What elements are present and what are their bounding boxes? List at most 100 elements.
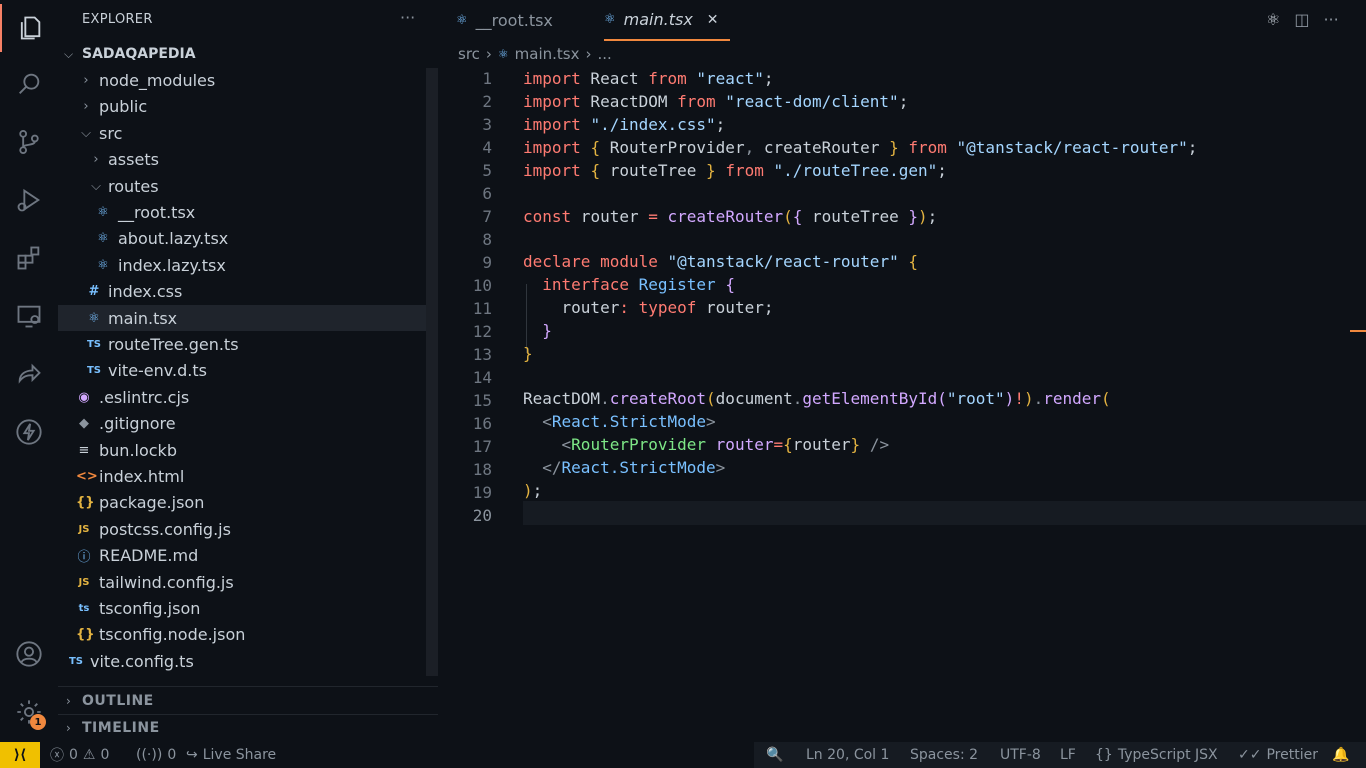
tree-item-postcss-config[interactable]: JS postcss.config.js xyxy=(58,516,426,542)
warning-icon: ⚠ xyxy=(82,747,96,763)
ports-indicator[interactable]: ((·)) 0 xyxy=(136,742,176,768)
eslint-icon: ◉ xyxy=(78,389,90,405)
code-line-5: import { routeTree } from "./routeTree.g… xyxy=(523,161,947,180)
breadcrumb-file[interactable]: main.tsx xyxy=(515,45,580,63)
language-mode[interactable]: {} TypeScript JSX xyxy=(1095,742,1218,768)
breadcrumb-more[interactable]: ... xyxy=(598,45,612,63)
react-icon: ⚛ xyxy=(497,47,509,61)
tree-item-main-tsx[interactable]: ⚛ main.tsx xyxy=(58,305,426,331)
explorer-icon[interactable] xyxy=(0,4,58,52)
explorer-title: EXPLORER xyxy=(82,12,153,27)
zoom-icon[interactable]: 🔍 xyxy=(766,742,783,768)
chevron-right-icon: › xyxy=(66,721,71,735)
tree-item-readme[interactable]: ⓘ README.md xyxy=(58,542,426,568)
prettier-status[interactable]: ✓✓ Prettier xyxy=(1238,742,1318,768)
line-number: 18 xyxy=(472,460,492,479)
more-actions-icon[interactable]: ··· xyxy=(400,8,415,27)
run-debug-icon[interactable] xyxy=(0,176,58,224)
tree-item-about-lazy[interactable]: ⚛ about.lazy.tsx xyxy=(58,225,426,251)
notifications-bell-icon[interactable]: 🔔 xyxy=(1332,742,1349,768)
code-line-7: const router = createRouter({ routeTree … xyxy=(523,207,938,226)
react-icon: ⚛ xyxy=(97,230,109,246)
line-number: 19 xyxy=(472,483,492,502)
line-number: 1 xyxy=(482,69,492,88)
split-editor-icon[interactable]: ◫ xyxy=(1294,10,1309,29)
workspace-root[interactable]: ⌵ SADAQAPEDIA xyxy=(58,42,438,66)
tree-item-index-lazy[interactable]: ⚛ index.lazy.tsx xyxy=(58,252,426,278)
json-icon: {} xyxy=(76,626,95,642)
tree-item-gitignore[interactable]: ◆ .gitignore xyxy=(58,410,426,436)
chevron-right-icon: › xyxy=(93,151,99,167)
indentation[interactable]: Spaces: 2 xyxy=(910,742,978,768)
source-control-icon[interactable] xyxy=(0,118,58,166)
info-icon: ⓘ xyxy=(77,549,91,565)
tree-item-routes[interactable]: ⌵ routes xyxy=(58,173,426,199)
code-line-4: import { RouterProvider, createRouter } … xyxy=(523,138,1198,157)
tree-item-assets[interactable]: › assets xyxy=(58,146,426,172)
tree-item-bun-lockb[interactable]: ≡ bun.lockb xyxy=(58,437,426,463)
tree-item-public[interactable]: › public xyxy=(58,93,426,119)
thunder-icon[interactable] xyxy=(0,408,58,456)
tree-item-tsconfig[interactable]: ts tsconfig.json xyxy=(58,595,426,621)
editor-actions: ⚛ ◫ ··· xyxy=(1266,10,1339,29)
editor-tabs: ⚛ __root.tsx ⚛ main.tsx ✕ ⚛ ◫ ··· xyxy=(438,0,1366,41)
live-share-button[interactable]: ↪ Live Share xyxy=(186,742,276,768)
js-icon: JS xyxy=(78,576,90,588)
account-icon[interactable] xyxy=(0,630,58,678)
outline-panel-header[interactable]: › OUTLINE xyxy=(58,688,438,714)
close-icon[interactable]: ✕ xyxy=(707,12,719,28)
remote-indicator[interactable]: ⟩⟨ xyxy=(0,742,40,768)
tree-item-vite-env[interactable]: TS vite-env.d.ts xyxy=(58,357,426,383)
react-icon: ⚛ xyxy=(88,310,100,326)
react-icon: ⚛ xyxy=(604,12,616,27)
sidebar-scrollbar[interactable] xyxy=(426,68,438,676)
breadcrumb-src[interactable]: src xyxy=(458,45,480,63)
line-number: 11 xyxy=(472,299,492,318)
line-number: 17 xyxy=(472,437,492,456)
cursor-position[interactable]: Ln 20, Col 1 xyxy=(806,742,889,768)
problems-indicator[interactable]: ⓧ 0 ⚠ 0 xyxy=(50,742,109,768)
tree-item-eslintrc[interactable]: ◉ .eslintrc.cjs xyxy=(58,384,426,410)
live-share-icon: ↪ xyxy=(186,747,198,763)
tree-item-package-json[interactable]: {} package.json xyxy=(58,489,426,515)
activity-bar: 1 xyxy=(0,0,58,742)
line-number: 14 xyxy=(472,368,492,387)
tree-item-node-modules[interactable]: › node_modules xyxy=(58,67,426,93)
chevron-right-icon: › xyxy=(585,45,592,63)
line-number: 12 xyxy=(472,322,492,341)
tree-item-root-tsx[interactable]: ⚛ __root.tsx xyxy=(58,199,426,225)
search-icon[interactable] xyxy=(0,60,58,108)
search-react-icon[interactable]: ⚛ xyxy=(1266,10,1280,29)
indent-guide xyxy=(526,284,527,353)
more-icon[interactable]: ··· xyxy=(1323,10,1338,29)
line-number: 9 xyxy=(482,253,492,272)
live-share-icon[interactable] xyxy=(0,350,58,398)
timeline-panel-header[interactable]: › TIMELINE xyxy=(58,715,438,741)
settings-gear-icon[interactable] xyxy=(0,688,58,736)
chevron-down-icon: ⌵ xyxy=(91,178,101,194)
code-line-3: import "./index.css"; xyxy=(523,115,726,134)
line-number: 7 xyxy=(482,207,492,226)
extensions-icon[interactable] xyxy=(0,234,58,282)
code-line-18: </React.StrictMode> xyxy=(542,458,726,477)
breadcrumb: src › ⚛ main.tsx › ... xyxy=(458,43,612,65)
tab-root-tsx[interactable]: ⚛ __root.tsx xyxy=(456,0,596,41)
chevron-down-icon: ⌵ xyxy=(81,125,91,141)
encoding[interactable]: UTF-8 xyxy=(1000,742,1041,768)
end-of-line[interactable]: LF xyxy=(1060,742,1076,768)
chevron-right-icon: › xyxy=(66,694,71,708)
line-number: 8 xyxy=(482,230,492,249)
tree-item-routetree-gen[interactable]: TS routeTree.gen.ts xyxy=(58,331,426,357)
tree-item-tailwind-config[interactable]: JS tailwind.config.js xyxy=(58,569,426,595)
line-number: 3 xyxy=(482,115,492,134)
tab-main-tsx[interactable]: ⚛ main.tsx ✕ xyxy=(604,0,730,41)
tree-item-index-html[interactable]: <> index.html xyxy=(58,463,426,489)
tree-item-index-css[interactable]: # index.css xyxy=(58,278,426,304)
js-icon: JS xyxy=(78,523,90,535)
tree-item-tsconfig-node[interactable]: {} tsconfig.node.json xyxy=(58,621,426,647)
tree-item-vite-config[interactable]: TS vite.config.ts xyxy=(58,648,426,674)
tree-item-src[interactable]: ⌵ src xyxy=(58,120,426,146)
code-line-12: } xyxy=(542,321,552,340)
remote-explorer-icon[interactable] xyxy=(0,292,58,340)
code-editor[interactable]: 1 2 3 4 5 6 7 8 9 10 11 12 13 14 15 16 17 18 19 20 import R… xyxy=(438,66,1366,742)
